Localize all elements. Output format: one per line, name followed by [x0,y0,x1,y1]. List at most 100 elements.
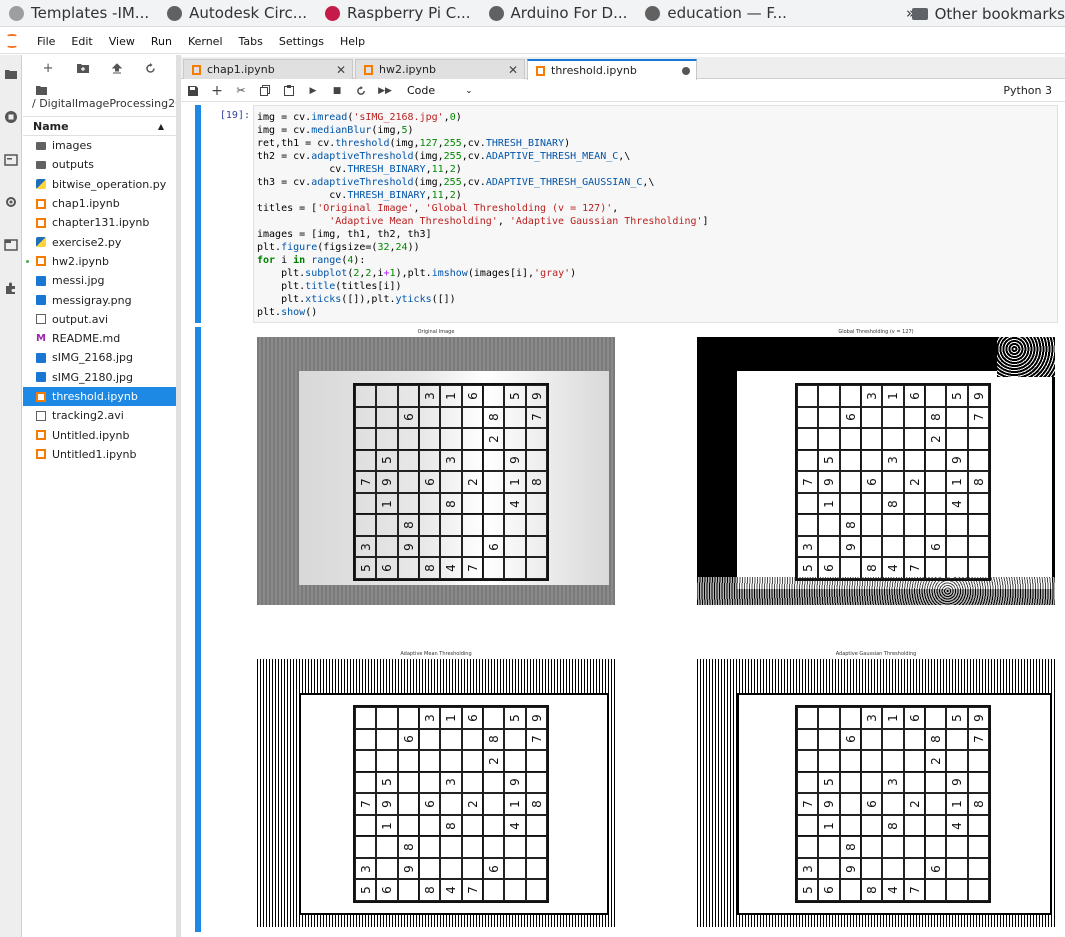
sudoku-cell [946,428,968,450]
sudoku-cell: 6 [397,406,419,429]
breadcrumb-path[interactable]: / DigitalImageProcessing202 [32,97,176,110]
sudoku-digit: 9 [529,713,544,722]
sudoku-digit: 1 [885,391,900,400]
run-button[interactable]: ▶ [301,80,325,102]
sudoku-cell: 8 [525,471,547,493]
file-item[interactable]: Untitled.ipynb [23,425,176,444]
file-item[interactable]: outputs [23,155,176,174]
sudoku-cell: 5 [797,879,819,901]
new-folder-icon[interactable] [76,63,89,73]
file-item[interactable]: bitwise_operation.py [23,175,176,194]
file-item[interactable]: Untitled1.ipynb [23,445,176,464]
file-item[interactable]: output.avi [23,310,176,329]
file-item[interactable]: chapter131.ipynb [23,213,176,232]
sudoku-cell [797,707,819,729]
sudoku-cell: 1 [376,492,398,515]
interrupt-button[interactable]: ■ [325,80,349,102]
cut-button[interactable]: ✂ [229,80,253,102]
sudoku-digit: 7 [529,735,544,744]
bookmark-item[interactable]: Arduino For D... [480,4,637,22]
paste-button[interactable] [277,80,301,102]
folder-icon[interactable] [4,67,18,81]
notebook-toolbar: + ✂ ▶ ■ ▶▶ Code ⌄ Python 3 [181,80,1065,102]
kernel-name[interactable]: Python 3 [1003,84,1052,97]
copy-button[interactable] [253,80,277,102]
commands-icon[interactable] [4,153,18,167]
sudoku-digit: 5 [379,456,394,465]
bookmark-item[interactable]: Templates -IM... [0,4,158,22]
folder-icon[interactable] [36,86,47,95]
unsaved-indicator-icon[interactable] [682,66,690,75]
tab-label: threshold.ipynb [551,64,637,77]
sudoku-digit: 1 [949,478,964,486]
cell-type-select[interactable]: Code ⌄ [407,84,473,97]
menu-edit[interactable]: Edit [63,35,100,48]
menu-run[interactable]: Run [143,35,180,48]
sudoku-cell: 7 [797,793,819,815]
new-launcher-icon[interactable]: + [43,61,54,76]
tabs-icon[interactable] [4,238,18,252]
file-item[interactable]: chap1.ipynb [23,194,176,213]
sudoku-cell [818,750,840,772]
file-item[interactable]: messi.jpg [23,271,176,290]
menu-kernel[interactable]: Kernel [180,35,231,48]
close-icon[interactable]: ✕ [508,63,518,77]
file-item[interactable]: exercise2.py [23,232,176,251]
sudoku-digit: 3 [885,778,900,787]
save-button[interactable] [181,80,205,102]
column-header-name[interactable]: Name ▲ [23,116,176,136]
bookmark-label: Autodesk Circ... [189,4,308,22]
file-item[interactable]: hw2.ipynb [23,252,176,271]
sudoku-digit: 5 [507,713,522,722]
running-icon[interactable] [4,110,18,124]
sudoku-cell [461,514,483,536]
sudoku-digit: 1 [507,800,522,808]
sudoku-cell: 1 [504,793,526,815]
file-item[interactable]: threshold.ipynb [23,386,176,407]
menu-file[interactable]: File [29,35,63,48]
bookmark-item[interactable]: education — F... [636,4,796,22]
sudoku-cell [903,449,925,472]
file-item[interactable]: tracking2.avi [23,406,176,425]
menu-tabs[interactable]: Tabs [231,35,271,48]
insert-cell-button[interactable]: + [205,80,229,102]
sudoku-cell [861,449,883,472]
extension-manager-icon[interactable] [4,281,18,295]
sudoku-cell: 7 [967,406,989,429]
menu-help[interactable]: Help [332,35,373,48]
close-icon[interactable]: ✕ [336,63,346,77]
file-item[interactable]: M README.md [23,329,176,348]
notebook-icon [36,449,46,460]
sudoku-digit: 2 [465,478,480,486]
file-item[interactable]: messigray.png [23,290,176,309]
menu-settings[interactable]: Settings [271,35,332,48]
sudoku-cell [461,836,483,858]
sudoku-cell [861,492,883,515]
panel-splitter[interactable] [176,55,181,937]
restart-run-all-button[interactable]: ▶▶ [373,80,397,102]
breadcrumb[interactable]: / DigitalImageProcessing202 [23,81,176,116]
other-bookmarks[interactable]: Other bookmarks [911,0,1065,26]
tab-threshold[interactable]: threshold.ipynb [527,59,697,80]
tab-chap1[interactable]: chap1.ipynb ✕ [183,59,353,79]
sudoku-digit: 6 [486,864,501,873]
output-cell-indicator[interactable] [195,327,201,932]
file-item[interactable]: sIMG_2168.jpg [23,348,176,367]
bookmark-item[interactable]: Autodesk Circ... [158,4,316,22]
sudoku-digit: 8 [486,735,501,744]
upload-icon[interactable] [112,62,123,74]
file-item[interactable]: images [23,136,176,155]
sudoku-digit: 9 [971,391,986,400]
restart-button[interactable] [349,80,373,102]
sudoku-cell [355,771,377,794]
bookmark-item[interactable]: Raspberry Pi C... [316,4,480,22]
sudoku-cell: 8 [967,471,989,493]
file-item[interactable]: sIMG_2180.jpg [23,368,176,387]
refresh-icon[interactable] [145,62,156,74]
sudoku-cell: 6 [818,557,840,579]
property-inspector-icon[interactable] [4,195,18,209]
code-editor[interactable]: img = cv.imread('sIMG_2168.jpg',0) img =… [253,105,1058,323]
menu-view[interactable]: View [101,35,143,48]
active-cell-indicator[interactable] [195,105,201,323]
tab-hw2[interactable]: hw2.ipynb ✕ [355,59,525,79]
